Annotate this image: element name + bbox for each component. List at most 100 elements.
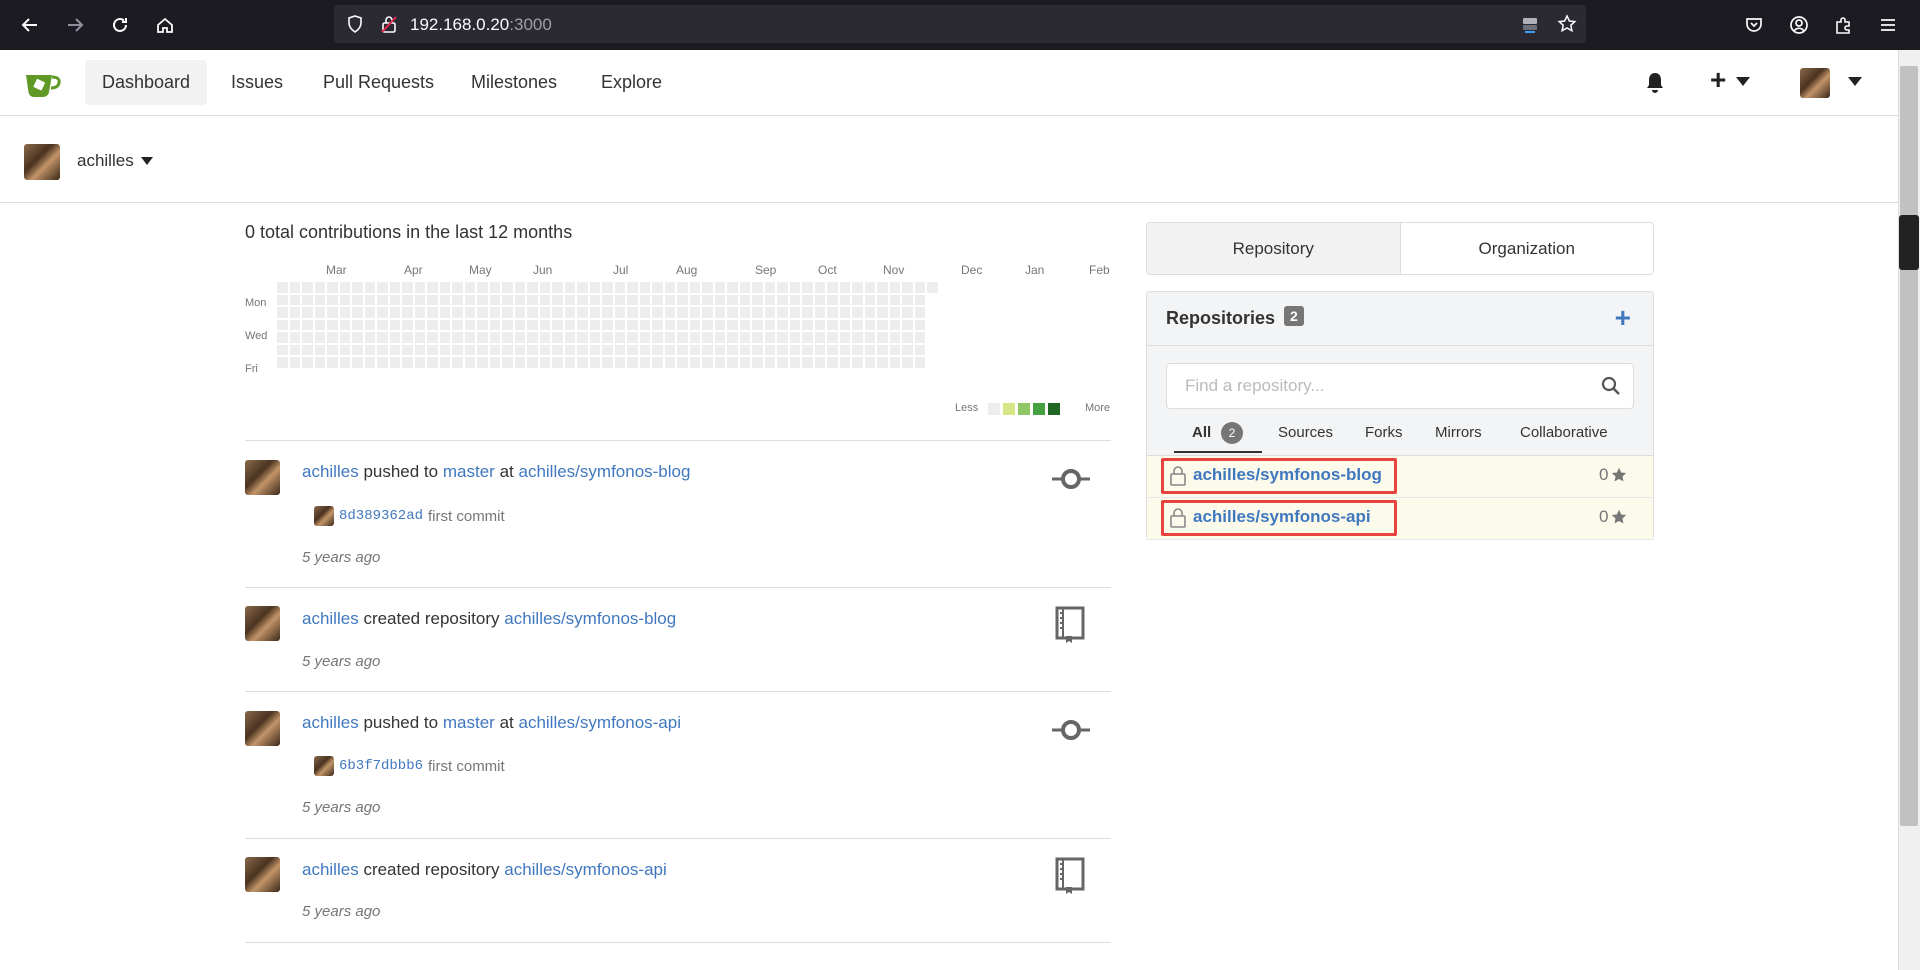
pocket-icon[interactable] (1741, 12, 1767, 38)
context-avatar[interactable] (24, 144, 60, 180)
reload-icon[interactable] (107, 12, 133, 38)
heatmap-cell (877, 357, 888, 368)
filter-collaborative[interactable]: Collaborative (1520, 424, 1608, 441)
feed-user-link[interactable]: achilles (302, 462, 359, 481)
heatmap-cell (389, 294, 400, 305)
filter-all[interactable]: All (1192, 424, 1211, 441)
heatmap-cell (589, 344, 600, 355)
heatmap-cell (864, 357, 875, 368)
search-icon[interactable] (1601, 376, 1621, 396)
menu-icon[interactable] (1875, 12, 1901, 38)
repo-link[interactable]: achilles/symfonos-blog (1193, 465, 1382, 485)
feed-avatar[interactable] (245, 460, 280, 495)
heatmap-cell (839, 307, 850, 318)
heatmap-cell (539, 344, 550, 355)
feed-avatar[interactable] (245, 711, 280, 746)
user-dropdown-caret-icon[interactable] (1848, 77, 1862, 86)
heatmap-cell (889, 294, 900, 305)
heatmap-cell (677, 282, 688, 293)
scrollbar-thumb[interactable] (1900, 66, 1918, 826)
shield-icon[interactable] (342, 11, 368, 37)
reader-mode-icon[interactable] (1517, 11, 1543, 37)
forward-icon[interactable] (62, 12, 88, 38)
heatmap-cell (864, 319, 875, 330)
feed-repo-link[interactable]: achilles/symfonos-api (504, 860, 667, 879)
tab-repository[interactable]: Repository (1147, 223, 1401, 274)
create-plus-icon[interactable]: + (1710, 64, 1726, 96)
feed-user-link[interactable]: achilles (302, 860, 359, 879)
bookmark-star-icon[interactable] (1554, 11, 1580, 37)
feed-avatar[interactable] (245, 606, 280, 641)
tab-organization[interactable]: Organization (1401, 223, 1654, 274)
heatmap-cell (677, 294, 688, 305)
feed-repo-link[interactable]: achilles/symfonos-api (518, 713, 681, 732)
insecure-lock-icon[interactable] (376, 11, 402, 37)
feed-branch-link[interactable]: master (443, 462, 495, 481)
nav-explore[interactable]: Explore (584, 60, 679, 105)
feed-user-link[interactable]: achilles (302, 713, 359, 732)
feed-repo-link[interactable]: achilles/symfonos-blog (504, 609, 676, 628)
nav-pull-requests[interactable]: Pull Requests (306, 60, 451, 105)
heatmap-cell (777, 282, 788, 293)
context-username[interactable]: achilles (77, 151, 134, 171)
heatmap-cell (552, 319, 563, 330)
url-text[interactable]: 192.168.0.20:3000 (410, 15, 552, 35)
commit-sha-link[interactable]: 8d389362ad (339, 508, 423, 524)
heatmap-cell (614, 307, 625, 318)
heatmap-cell (614, 294, 625, 305)
nav-milestones[interactable]: Milestones (454, 60, 574, 105)
bell-icon[interactable] (1645, 72, 1665, 94)
feed-branch-link[interactable]: master (443, 713, 495, 732)
nav-issues[interactable]: Issues (214, 60, 300, 105)
heatmap-month: Jul (613, 263, 629, 277)
heatmap-cell (727, 307, 738, 318)
repo-search-input[interactable] (1166, 363, 1634, 409)
context-caret-icon[interactable] (141, 157, 153, 165)
heatmap-cell (864, 294, 875, 305)
heatmap-cell (414, 307, 425, 318)
heatmap-cell (414, 282, 425, 293)
filter-mirrors[interactable]: Mirrors (1435, 424, 1482, 441)
add-repository-plus-icon[interactable]: + (1615, 302, 1631, 334)
extensions-icon[interactable] (1830, 12, 1856, 38)
heatmap-cell (277, 282, 288, 293)
heatmap-cell (902, 357, 913, 368)
heatmap-cell (377, 307, 388, 318)
repo-icon (1055, 857, 1085, 894)
heatmap-cell (652, 344, 663, 355)
heatmap-cell (427, 282, 438, 293)
filter-sources[interactable]: Sources (1278, 424, 1333, 441)
home-icon[interactable] (152, 12, 178, 38)
heatmap-cell (477, 357, 488, 368)
heatmap-cell (702, 307, 713, 318)
feed-user-link[interactable]: achilles (302, 609, 359, 628)
heatmap-cell (839, 344, 850, 355)
repo-link[interactable]: achilles/symfonos-api (1193, 507, 1371, 527)
heatmap-cell (552, 344, 563, 355)
create-dropdown-caret-icon[interactable] (1736, 77, 1750, 86)
heatmap-cell (464, 344, 475, 355)
heatmap-cell (639, 332, 650, 343)
feed-repo-link[interactable]: achilles/symfonos-blog (518, 462, 690, 481)
heatmap-cell (539, 282, 550, 293)
feed-avatar[interactable] (245, 857, 280, 892)
heatmap-cell (364, 344, 375, 355)
account-icon[interactable] (1786, 12, 1812, 38)
nav-dashboard[interactable]: Dashboard (85, 60, 208, 105)
heatmap-cell (477, 319, 488, 330)
gitea-logo-icon[interactable] (24, 67, 62, 99)
heatmap-cell (827, 307, 838, 318)
url-bar[interactable]: 192.168.0.20:3000 (334, 5, 1586, 43)
heatmap-cell (339, 307, 350, 318)
heatmap-cell (627, 282, 638, 293)
heatmap-cell (852, 332, 863, 343)
heatmap-cell (389, 357, 400, 368)
heatmap-cell (877, 307, 888, 318)
heatmap-cell (377, 319, 388, 330)
user-avatar[interactable] (1800, 68, 1830, 98)
heatmap-day: Mon (245, 297, 267, 309)
filter-forks[interactable]: Forks (1365, 424, 1403, 441)
commit-sha-link[interactable]: 6b3f7dbbb6 (339, 758, 423, 774)
back-icon[interactable] (17, 12, 43, 38)
heatmap-cell (814, 307, 825, 318)
